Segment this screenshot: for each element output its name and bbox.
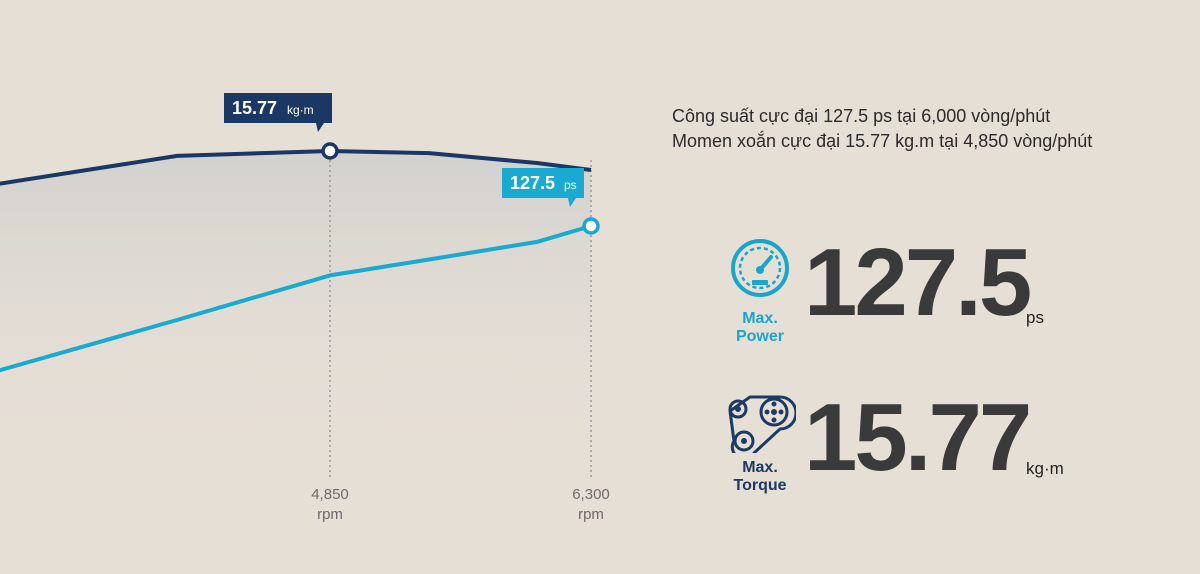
speedometer-icon [731,239,789,297]
max-torque-label-line2: Torque [733,477,787,494]
power-peak-marker [582,217,600,235]
performance-chart: 4,850 rpm 6,300 rpm 15.77 kg·m 127.5 ps [0,93,610,523]
spec-notes: Công suất cực đại 127.5 ps tại 6,000 vòn… [672,104,1092,154]
callout-value: 127.5 [510,173,555,193]
max-torque-label-line1: Max. [742,459,778,476]
torque-note: Momen xoắn cực đại 15.77 kg.m tại 4,850 … [672,131,1093,151]
max-power-unit: ps [1026,308,1044,327]
max-power-value: 127.5 [804,229,1032,336]
callout-value: 15.77 [232,98,277,118]
callout-unit: ps [564,178,577,192]
x-tick-unit: rpm [578,506,604,523]
power-note: Công suất cực đại 127.5 ps tại 6,000 vòn… [672,106,1051,126]
callout-unit: kg·m [287,103,314,117]
pulley-belt-icon [728,395,796,453]
x-tick-label: 6,300 [572,486,610,503]
torque-peak-marker [321,142,339,160]
x-tick-label: 4,850 [311,486,349,503]
x-tick-unit: rpm [317,506,343,523]
torque-callout: 15.77 kg·m [224,93,332,132]
max-torque-stat: Max. Torque 15.77 kg·m [724,384,1194,505]
max-torque-unit: kg·m [1026,459,1064,478]
max-torque-value: 15.77 [804,384,1032,491]
max-torque-label: Max. Torque [724,459,796,495]
torque-area-fill [0,151,591,470]
max-power-label: Max. Power [724,310,796,346]
max-power-label-line2: Power [735,328,784,345]
max-power-label-line1: Max. [742,310,778,327]
max-power-stat: Max. Power 127.5 ps [724,229,1194,350]
